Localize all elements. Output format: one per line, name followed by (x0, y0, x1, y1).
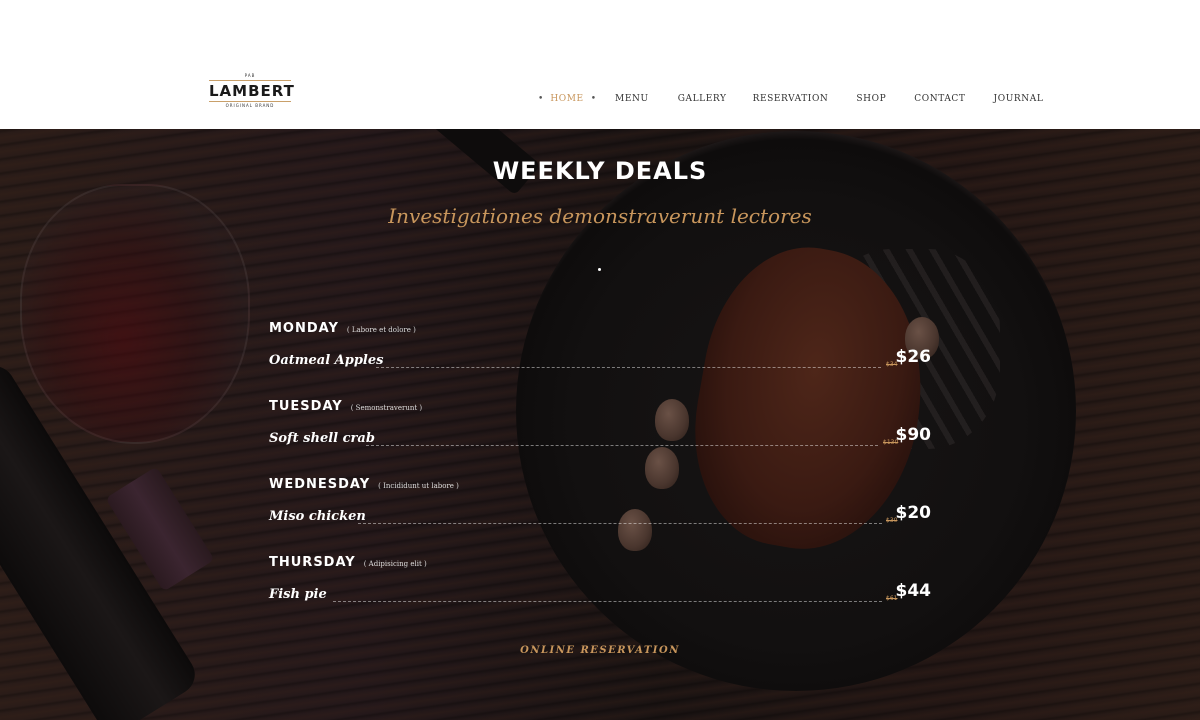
deal-row: Oatmeal Apples $34 $26 (269, 347, 933, 371)
logo-rule-top (209, 80, 291, 81)
deal-row: Miso chicken $30 $20 (269, 503, 933, 527)
nav-item-shop[interactable]: SHOP (856, 93, 886, 105)
dotted-leader (333, 601, 882, 602)
deal-day: MONDAY ( Labore et dolore ) (269, 321, 416, 336)
site-header: PAB LAMBERT ORIGINAL BRAND • HOME • MENU… (0, 0, 1200, 129)
nav-item-gallery[interactable]: GALLERY (678, 93, 727, 105)
deal-item-monday: MONDAY ( Labore et dolore ) Oatmeal Appl… (269, 321, 933, 399)
deal-price: $20 (895, 503, 932, 523)
deal-row: Fish pie $61 $44 (269, 581, 933, 605)
deal-item-wednesday: WEDNESDAY ( Incididunt ut labore ) Miso … (269, 477, 933, 555)
deal-price: $26 (895, 347, 932, 367)
deal-day-name: MONDAY (269, 321, 339, 336)
deal-item-tuesday: TUESDAY ( Semonstraverunt ) Soft shell c… (269, 399, 933, 477)
deal-price: $44 (895, 581, 932, 601)
deal-row: Soft shell crab $130 $90 (269, 425, 933, 449)
nav-item-journal[interactable]: JOURNAL (994, 93, 1044, 105)
dotted-leader (358, 523, 882, 524)
dotted-leader (366, 445, 878, 446)
brand-logo[interactable]: PAB LAMBERT ORIGINAL BRAND (209, 73, 295, 113)
nav-item-home[interactable]: HOME (550, 93, 583, 105)
nav-item-contact[interactable]: CONTACT (914, 93, 965, 105)
deal-item-thursday: THURSDAY ( Adipisicing elit ) Fish pie $… (269, 555, 933, 633)
deal-day-note: ( Labore et dolore ) (346, 326, 416, 334)
dotted-leader (376, 367, 881, 368)
deal-day: TUESDAY ( Semonstraverunt ) (269, 399, 422, 414)
nav-active-dot-right: • (590, 94, 597, 104)
logo-name: LAMBERT (209, 82, 295, 100)
deal-day-name: TUESDAY (269, 399, 343, 414)
deal-day-note: ( Semonstraverunt ) (350, 404, 423, 412)
logo-bottom-text: ORIGINAL BRAND (225, 103, 275, 108)
deal-day-note: ( Incididunt ut labore ) (378, 482, 459, 490)
section-title: WEEKLY DEALS (492, 157, 708, 185)
deal-day-note: ( Adipisicing elit ) (363, 560, 427, 568)
deal-day: WEDNESDAY ( Incididunt ut labore ) (269, 477, 459, 492)
deal-price: $90 (895, 425, 932, 445)
deals-list: MONDAY ( Labore et dolore ) Oatmeal Appl… (269, 321, 933, 633)
separator-dot (598, 268, 601, 271)
deal-day-name: WEDNESDAY (269, 477, 371, 492)
deal-day-name: THURSDAY (269, 555, 356, 570)
deal-dish: Oatmeal Apples (269, 353, 384, 368)
deal-day: THURSDAY ( Adipisicing elit ) (269, 555, 427, 570)
online-reservation-link[interactable]: ONLINE RESERVATION (0, 645, 1200, 656)
logo-top-text: PAB (244, 73, 256, 78)
deal-dish: Fish pie (269, 587, 327, 602)
section-subtitle: Investigationes demonstraverunt lectores (388, 204, 812, 228)
main-nav: • HOME • MENU GALLERY RESERVATION SHOP C… (538, 93, 1043, 105)
weekly-deals-section: WEEKLY DEALS Investigationes demonstrave… (0, 129, 1200, 720)
nav-active-dot-left: • (538, 94, 544, 104)
nav-item-reservation[interactable]: RESERVATION (753, 93, 829, 105)
deal-dish: Miso chicken (269, 509, 366, 524)
nav-item-menu[interactable]: MENU (615, 93, 649, 105)
logo-rule-bottom (209, 101, 291, 102)
deal-dish: Soft shell crab (269, 431, 375, 446)
